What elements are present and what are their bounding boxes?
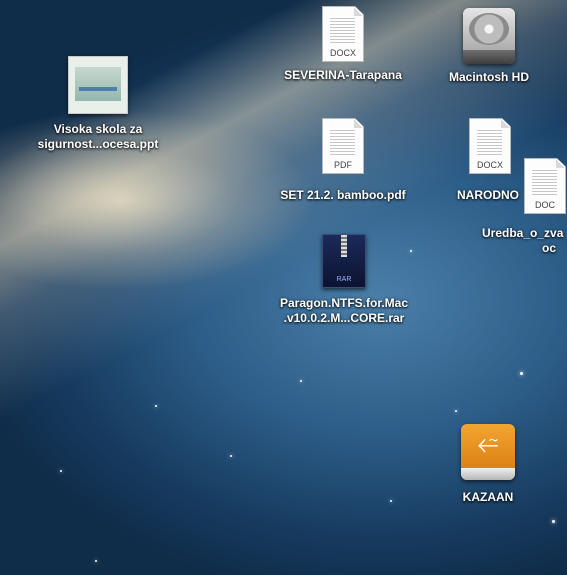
icon-label: KAZAAN [462,490,514,504]
desktop-icon-macintosh-hd[interactable]: Macintosh HD [434,8,544,85]
presentation-file-icon [68,56,128,114]
icon-label: Uredba_o_zva oc [482,226,564,255]
pdf-file-icon: PDF [322,118,364,174]
desktop-icon-set-pdf[interactable]: PDF SET 21.2. bamboo.pdf [268,118,418,203]
archive-file-icon: RAR [322,234,366,288]
desktop-icon-paragon-rar[interactable]: RAR Paragon.NTFS.for.Mac .v10.0.2.M...CO… [264,234,424,326]
icon-label: Macintosh HD [448,70,529,84]
desktop-icon-kazaan[interactable]: ⭉ KAZAAN [448,424,528,505]
desktop-icon-ppt[interactable]: Visoka skola za sigurnost...ocesa.ppt [28,56,168,152]
usb-drive-icon: ⭉ [461,424,515,480]
hard-drive-icon [463,8,515,64]
icon-label: Visoka skola za sigurnost...ocesa.ppt [37,122,159,151]
icon-label: SET 21.2. bamboo.pdf [280,188,406,202]
desktop-icon-severina[interactable]: DOCX SEVERINA-Tarapana [268,6,418,83]
icon-label: SEVERINA-Tarapana [284,68,402,82]
desktop-icon-uredba[interactable]: DOC Uredba_o_zva oc [482,158,567,256]
docx-file-icon: DOCX [322,6,364,62]
icon-label: Paragon.NTFS.for.Mac .v10.0.2.M...CORE.r… [279,296,409,325]
doc-file-icon: DOC [524,158,566,214]
